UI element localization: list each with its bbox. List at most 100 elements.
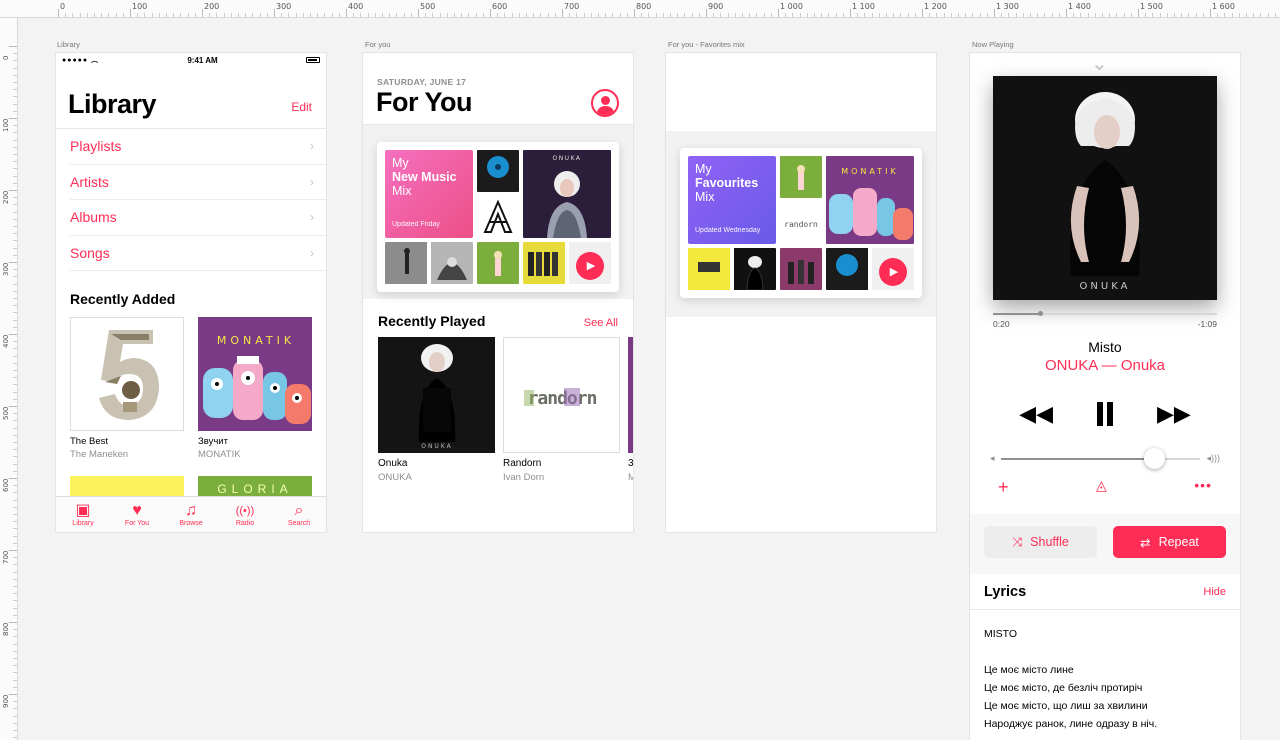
ruler-tick [274, 9, 275, 17]
ruler-minor-tick [1246, 13, 1247, 17]
ruler-minor-tick [763, 13, 765, 17]
item-title: Randorn [503, 458, 542, 469]
ruler-label: 0 [60, 2, 66, 11]
library-row-artists[interactable]: Artists › [70, 165, 326, 200]
album-card[interactable]: The Best The Maneken [70, 317, 184, 460]
fast-forward-button[interactable]: ▶▶ [1157, 401, 1191, 427]
see-all-link[interactable]: See All [584, 317, 618, 329]
mix-line-1: My [392, 156, 409, 170]
ruler-minor-tick [13, 499, 17, 501]
album-thumb[interactable] [734, 248, 776, 290]
ruler-minor-tick [13, 629, 17, 631]
play-mix-button[interactable]: ▶ [872, 248, 914, 290]
mix-tile[interactable]: My Favourites Mix Updated Wednesday [688, 156, 776, 244]
ruler-minor-tick [1202, 13, 1204, 17]
ruler-minor-tick [288, 13, 290, 17]
pause-button[interactable] [1097, 402, 1113, 426]
edit-button[interactable]: Edit [291, 100, 312, 120]
album-thumb[interactable] [385, 242, 473, 284]
more-options-button[interactable]: ••• [1194, 477, 1212, 498]
mix-tile[interactable]: My New Music Mix Updated Friday [385, 150, 473, 238]
ruler-label: 1 000 [780, 2, 803, 11]
album-thumb[interactable] [780, 156, 822, 198]
recently-played-item[interactable]: randorn Randorn Ivan Dorn [503, 337, 620, 483]
library-row-albums[interactable]: Albums › [70, 200, 326, 236]
favorites-mix-screen: My Favourites Mix Updated Wednesday MONA… [666, 53, 936, 532]
airplay-icon[interactable]: ◬ [1096, 477, 1107, 498]
progress-scrubber[interactable] [993, 311, 1217, 316]
remaining-time: -1:09 [1197, 319, 1217, 329]
ruler-minor-tick [13, 305, 17, 307]
play-mix-button[interactable]: ▶ [569, 242, 611, 284]
ruler-minor-tick [648, 13, 650, 17]
artboard-label-library[interactable]: Library [57, 40, 80, 49]
progress-knob[interactable] [1038, 311, 1044, 316]
ruler-minor-tick [410, 13, 412, 17]
ruler-minor-tick [1123, 13, 1125, 17]
volume-slider[interactable]: ◂ ◂))) [990, 447, 1220, 469]
tab-search[interactable]: ⌕ Search [274, 502, 324, 527]
album-thumb[interactable] [780, 248, 822, 290]
new-music-mix-card[interactable]: My New Music Mix Updated Friday ONUKA ▶ [377, 142, 619, 292]
artwork-text: ONUKA [1080, 281, 1131, 292]
tab-browse[interactable]: ♫ Browse [166, 502, 216, 527]
album-thumb[interactable] [477, 196, 519, 238]
ruler-minor-tick [13, 593, 17, 595]
ruler-minor-tick [86, 13, 88, 17]
ruler-minor-tick [13, 139, 17, 141]
shuffle-button[interactable]: ⤨ Shuffle [984, 526, 1097, 558]
chevron-down-icon[interactable]: ⌄ [1091, 54, 1108, 74]
ruler-tick [778, 9, 779, 17]
ruler-minor-tick [13, 355, 17, 357]
ruler-minor-tick [101, 13, 103, 17]
tab-for-you[interactable]: ♥ For You [112, 502, 162, 527]
artboard-label-favorites[interactable]: For you - Favorites mix [668, 40, 745, 49]
ruler-minor-tick [432, 13, 434, 17]
artboard-label-now-playing[interactable]: Now Playing [972, 40, 1014, 49]
recently-played-item[interactable]: ONUKA Onuka ONUKA [378, 337, 495, 483]
ruler-minor-tick [266, 13, 268, 17]
ruler-minor-tick [13, 665, 17, 667]
album-artist: MONATIK [198, 449, 241, 460]
ruler-minor-tick [950, 13, 952, 17]
recently-played-item[interactable]: 3 M [628, 337, 633, 483]
ruler-minor-tick [1231, 13, 1233, 17]
album-thumb[interactable] [826, 248, 868, 290]
ruler-minor-tick [144, 13, 146, 17]
album-thumb-monatik[interactable]: MONATIK [826, 156, 914, 244]
album-thumb[interactable] [688, 248, 730, 290]
volume-knob[interactable] [1144, 447, 1166, 469]
song-artist[interactable]: ONUKA — Onuka [970, 357, 1240, 374]
tab-radio[interactable]: ((•)) Radio [220, 502, 270, 527]
heart-icon: ♥ [132, 502, 142, 519]
ruler-minor-tick [1094, 13, 1096, 17]
item-title: Onuka [378, 458, 408, 469]
album-thumb[interactable] [523, 242, 565, 284]
hide-lyrics-button[interactable]: Hide [1203, 586, 1226, 598]
ruler-minor-tick [13, 326, 17, 328]
library-row-playlists[interactable]: Playlists › [70, 129, 326, 165]
album-thumb-onuka[interactable]: ONUKA [523, 150, 611, 238]
album-thumb[interactable]: randorn [780, 202, 822, 244]
ruler-minor-tick [475, 13, 477, 17]
ruler-minor-tick [576, 13, 578, 17]
artboard-label-for-you[interactable]: For you [365, 40, 390, 49]
album-thumb-play-row: ▶ [523, 242, 611, 284]
ruler-minor-tick [871, 13, 873, 17]
album-card[interactable]: MONATIK Звучит MONATIK [198, 317, 312, 460]
ruler-minor-tick [914, 13, 916, 17]
repeat-button[interactable]: ⇄ Repeat [1113, 526, 1226, 558]
favourites-mix-card[interactable]: My Favourites Mix Updated Wednesday MONA… [680, 148, 922, 298]
ruler-minor-tick [511, 13, 513, 17]
ruler-minor-tick [1058, 13, 1060, 17]
tab-library[interactable]: ▣ Library [58, 502, 108, 527]
ruler-minor-tick [65, 13, 67, 17]
album-thumb-row [477, 242, 519, 284]
add-button[interactable]: + [998, 477, 1009, 498]
rewind-button[interactable]: ◀◀ [1019, 401, 1053, 427]
album-thumb[interactable] [477, 150, 519, 192]
avatar-icon[interactable] [591, 88, 619, 117]
library-row-songs[interactable]: Songs › [70, 236, 326, 271]
ruler-minor-tick [13, 218, 17, 220]
radio-icon: ((•)) [235, 505, 255, 517]
